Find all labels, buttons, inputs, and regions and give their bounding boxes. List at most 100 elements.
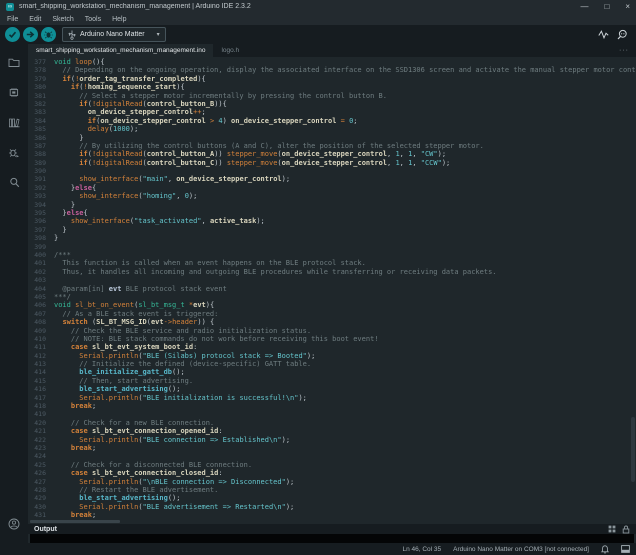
line-number: 417 (28, 394, 54, 402)
code-line[interactable]: 380 if(!homing_sequence_start){ (28, 83, 636, 91)
verify-button[interactable] (5, 27, 20, 42)
code-line[interactable]: 407 // As a BLE stack event is triggered… (28, 310, 636, 318)
tab-sketch-ino[interactable]: smart_shipping_workstation_mechanism_man… (28, 44, 213, 57)
code-line[interactable]: 398} (28, 234, 636, 242)
line-number: 382 (28, 100, 54, 108)
code-line[interactable]: 400/*** (28, 251, 636, 259)
code-line[interactable]: 390 (28, 167, 636, 175)
code-line[interactable]: 405***/ (28, 293, 636, 301)
sidebar-item-library-manager[interactable] (0, 107, 28, 137)
title-bar: ∞ smart_shipping_workstation_mechanism_m… (0, 0, 636, 13)
sidebar-item-search[interactable] (0, 167, 28, 197)
line-number: 411 (28, 343, 54, 351)
code-line[interactable]: 388 if(!digitalRead(control_button_A)) s… (28, 150, 636, 158)
line-number: 413 (28, 360, 54, 368)
clear-output-icon[interactable] (608, 525, 616, 533)
code-line[interactable]: 418 break; (28, 402, 636, 410)
code-line[interactable]: 416 ble_start_advertising(); (28, 385, 636, 393)
code-line[interactable]: 403 (28, 276, 636, 284)
horizontal-scrollbar[interactable] (30, 520, 120, 523)
line-number: 404 (28, 285, 54, 293)
notifications-bell-icon[interactable] (601, 545, 609, 554)
tab-logo-h[interactable]: logo.h (213, 44, 247, 57)
maximize-icon[interactable]: □ (604, 2, 609, 12)
code-line[interactable]: 421 case sl_bt_evt_connection_opened_id: (28, 427, 636, 435)
code-line[interactable]: 383 on_device_stepper_control++; (28, 108, 636, 116)
code-line[interactable]: 431 break; (28, 511, 636, 519)
code-line[interactable]: 393 show_interface("homing", 0); (28, 192, 636, 200)
toggle-panel-icon[interactable] (621, 545, 630, 553)
workspace: smart_shipping_workstation_mechanism_man… (0, 44, 636, 543)
output-console[interactable] (30, 534, 634, 543)
code-line[interactable]: 391 show_interface("main", on_device_ste… (28, 175, 636, 183)
code-line[interactable]: 419 (28, 410, 636, 418)
code-line[interactable]: 427 Serial.println("\nBLE connection => … (28, 478, 636, 486)
code-line[interactable]: 404 @param[in] evt BLE protocol stack ev… (28, 285, 636, 293)
menu-item-edit[interactable]: Edit (29, 16, 41, 23)
menu-item-help[interactable]: Help (112, 16, 126, 23)
code-line[interactable]: 428 // Restart the BLE advertisement. (28, 486, 636, 494)
code-line[interactable]: 411 case sl_bt_evt_system_boot_id: (28, 343, 636, 351)
code-line[interactable]: 384 if(on_device_stepper_control > 4) on… (28, 117, 636, 125)
code-line[interactable]: 430 Serial.println("BLE advertisement =>… (28, 503, 636, 511)
code-line[interactable]: 414 ble_initialize_gatt_db(); (28, 368, 636, 376)
close-icon[interactable]: × (625, 2, 630, 12)
code-line[interactable]: 401 This function is called when an even… (28, 259, 636, 267)
vertical-scrollbar[interactable] (631, 417, 635, 482)
code-line[interactable]: 423 break; (28, 444, 636, 452)
menu-item-tools[interactable]: Tools (85, 16, 101, 23)
code-line[interactable]: 394 } (28, 201, 636, 209)
scroll-lock-icon[interactable] (622, 525, 630, 534)
tab-overflow-menu[interactable]: ··· (619, 44, 636, 57)
line-number: 426 (28, 469, 54, 477)
code-line[interactable]: 382 if(!digitalRead(control_button_B)){ (28, 100, 636, 108)
code-line[interactable]: 408 switch (SL_BT_MSG_ID(evt->header)) { (28, 318, 636, 326)
board-selector[interactable]: Arduino Nano Matter ▾ (62, 27, 166, 42)
line-number: 402 (28, 268, 54, 276)
debug-button[interactable] (41, 27, 56, 42)
code-line[interactable]: 413 // Initialize the defined (device-sp… (28, 360, 636, 368)
code-line[interactable]: 389 if(!digitalRead(control_button_C)) s… (28, 159, 636, 167)
line-number: 412 (28, 352, 54, 360)
minimize-icon[interactable]: — (580, 2, 588, 12)
sidebar-item-account[interactable] (0, 509, 28, 539)
line-number: 427 (28, 478, 54, 486)
menu-item-sketch[interactable]: Sketch (52, 16, 73, 23)
code-line[interactable]: 424 (28, 452, 636, 460)
serial-plotter-icon[interactable] (598, 29, 609, 40)
code-line[interactable]: 381 // Select a stepper motor incrementa… (28, 92, 636, 100)
code-line[interactable]: 410 // NOTE: BLE stack commands do not w… (28, 335, 636, 343)
code-line[interactable]: 385 delay(1000); (28, 125, 636, 133)
line-number: 423 (28, 444, 54, 452)
code-line[interactable]: 397 } (28, 226, 636, 234)
menu-item-file[interactable]: File (7, 16, 18, 23)
code-line[interactable]: 415 // Then, start advertising. (28, 377, 636, 385)
code-line[interactable]: 392 }else{ (28, 184, 636, 192)
code-line[interactable]: 386 } (28, 134, 636, 142)
sidebar-item-sketchbook[interactable] (0, 47, 28, 77)
code-line[interactable]: 395 }else{ (28, 209, 636, 217)
code-line[interactable]: 420 // Check for a new BLE connection. (28, 419, 636, 427)
code-line[interactable]: 422 Serial.println("BLE connection => Es… (28, 436, 636, 444)
sidebar-item-boards-manager[interactable] (0, 77, 28, 107)
code-line[interactable]: 412 Serial.println("BLE (Silabs) protoco… (28, 352, 636, 360)
code-line[interactable]: 409 // Check the BLE service and radio i… (28, 327, 636, 335)
line-number: 405 (28, 293, 54, 301)
code-line[interactable]: 379 if(!order_tag_transfer_completed){ (28, 75, 636, 83)
code-line[interactable]: 387 // By utilizing the control buttons … (28, 142, 636, 150)
code-line[interactable]: 402 Thus, it handles all incoming and ou… (28, 268, 636, 276)
code-line[interactable]: 399 (28, 243, 636, 251)
code-editor[interactable]: 377void loop(){378 // Depending on the o… (28, 57, 636, 519)
code-line[interactable]: 378 // Depending on the ongoing operatio… (28, 66, 636, 74)
upload-button[interactable] (23, 27, 38, 42)
code-line[interactable]: 377void loop(){ (28, 58, 636, 66)
code-line[interactable]: 425 // Check for a disconnected BLE conn… (28, 461, 636, 469)
code-line[interactable]: 426 case sl_bt_evt_connection_closed_id: (28, 469, 636, 477)
code-line[interactable]: 396 show_interface("task_activated", act… (28, 217, 636, 225)
code-line[interactable]: 429 ble_start_advertising(); (28, 494, 636, 502)
serial-monitor-icon[interactable] (617, 29, 628, 40)
code-line[interactable]: 406void sl_bt_on_event(sl_bt_msg_t *evt)… (28, 301, 636, 309)
code-line[interactable]: 417 Serial.println("BLE initialization i… (28, 394, 636, 402)
sidebar-item-debug[interactable] (0, 137, 28, 167)
line-number: 431 (28, 511, 54, 519)
